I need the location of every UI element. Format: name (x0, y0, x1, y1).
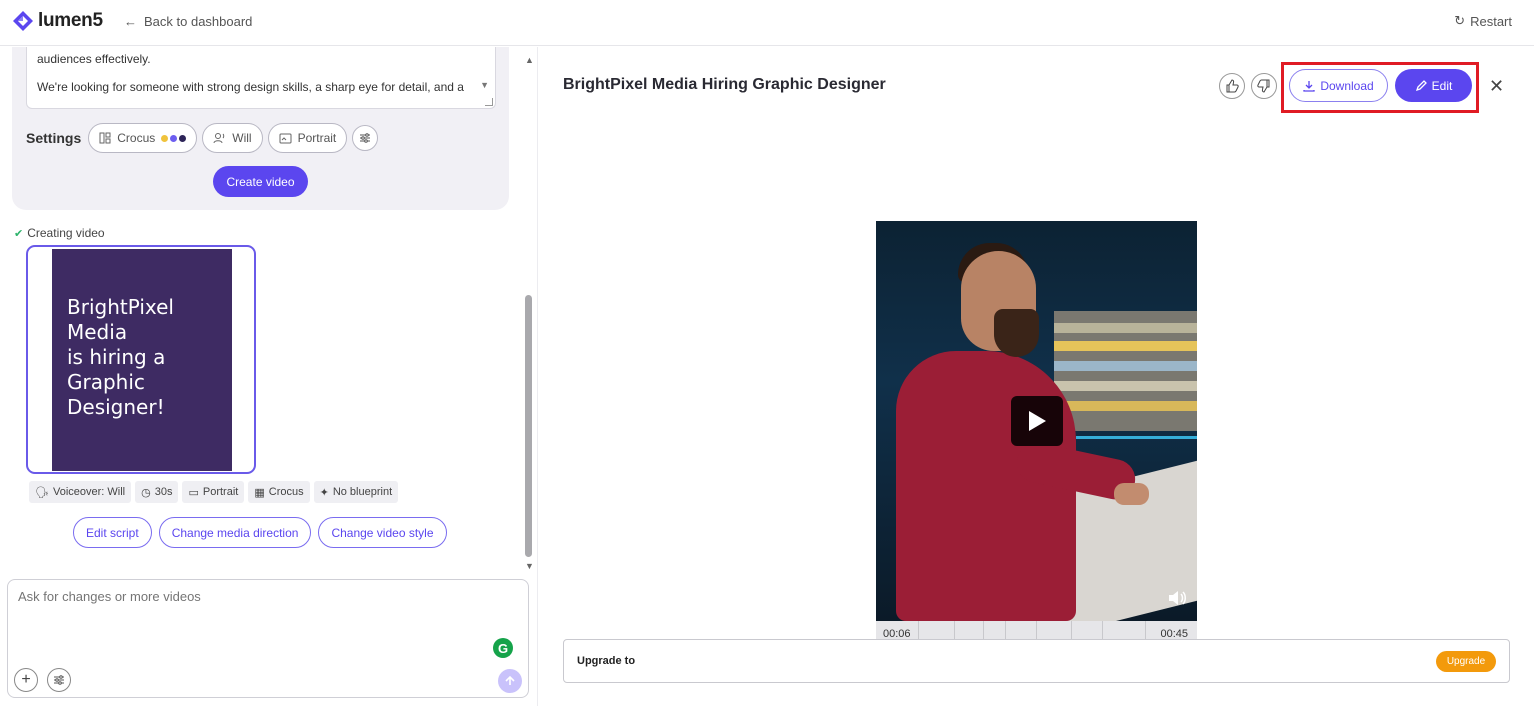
tag-label: Portrait (202, 486, 239, 498)
thumbnail-line: BrightPixel (67, 295, 174, 319)
tag-label: 30s (154, 486, 173, 498)
play-icon (1029, 411, 1046, 431)
chat-composer: G + (7, 579, 529, 698)
video-thumbnail-card[interactable]: BrightPixel Media is hiring a Graphic De… (26, 245, 256, 474)
change-media-direction-button[interactable]: Change media direction (158, 517, 312, 548)
tag-voiceover: 🗣 Voiceover: Will (29, 481, 132, 503)
sparkle-icon: ✦ (319, 486, 329, 499)
prompt-textarea[interactable]: audiences effectively. We're looking for… (26, 47, 496, 109)
creating-status: ✔ Creating video (14, 226, 105, 240)
upgrade-button[interactable]: Upgrade (1436, 651, 1496, 672)
upgrade-label: Upgrade to (577, 655, 636, 667)
change-video-style-button[interactable]: Change video style (318, 517, 447, 548)
video-scene-beard (994, 309, 1039, 357)
video-scene-light (1076, 436, 1197, 439)
layout-icon (99, 132, 111, 144)
scrollbar-thumb[interactable] (525, 295, 532, 557)
video-tags: 🗣 Voiceover: Will ◷ 30s ▭ Portrait ▦ Cro… (29, 481, 399, 503)
clock-icon: ◷ (141, 486, 151, 499)
video-scene-hand (1114, 483, 1149, 505)
theme-label: Crocus (117, 131, 156, 145)
prompt-line: We're looking for someone with strong de… (37, 80, 464, 94)
logo[interactable]: lumen5 (12, 10, 103, 32)
tag-label: Crocus (268, 486, 304, 498)
settings-card: audiences effectively. We're looking for… (12, 47, 509, 210)
top-bar: lumen5 ← Back to dashboard ↻ Restart (0, 0, 1534, 46)
logo-text: lumen5 (38, 10, 103, 31)
restart-button[interactable]: ↻ Restart (1454, 13, 1512, 29)
chat-panel: audiences effectively. We're looking for… (0, 47, 538, 706)
play-button[interactable] (1011, 396, 1063, 446)
arrow-left-icon: ← (124, 14, 137, 29)
theme-pill[interactable]: Crocus (88, 123, 198, 153)
video-timeline[interactable]: 00:06 00:45 (876, 621, 1197, 641)
scroll-up-icon[interactable]: ▲ (525, 55, 534, 65)
tag-label: No blueprint (332, 486, 393, 498)
chat-input[interactable] (18, 589, 478, 604)
video-title: BrightPixel Media Hiring Graphic Designe… (563, 76, 886, 93)
grammarly-icon[interactable]: G (493, 638, 513, 658)
restart-icon: ↻ (1454, 13, 1466, 28)
voiceover-icon (213, 133, 225, 144)
orientation-pill[interactable]: Portrait (267, 123, 348, 153)
tag-label: Voiceover: Will (52, 486, 126, 498)
chat-settings-button[interactable] (47, 668, 71, 692)
edit-script-button[interactable]: Edit script (73, 517, 152, 548)
thumbnail-line: is hiring a (67, 345, 166, 369)
thumbs-down-icon (1257, 79, 1270, 93)
tag-orientation: ▭ Portrait (182, 481, 245, 503)
sliders-icon (54, 675, 64, 685)
thumbs-up-button[interactable] (1219, 73, 1245, 99)
tag-duration: ◷ 30s (135, 481, 179, 503)
creating-label: Creating video (27, 226, 105, 240)
thumbs-down-button[interactable] (1251, 73, 1277, 99)
tag-blueprint: ✦ No blueprint (313, 481, 399, 503)
voice-label: Will (232, 131, 252, 145)
arrow-up-icon (505, 675, 515, 685)
scroll-down-icon[interactable]: ▼ (480, 77, 489, 94)
voiceover-icon: 🗣 (35, 486, 49, 499)
video-scene-person (896, 351, 1076, 621)
settings-row: Settings Crocus Will Portrait (26, 123, 379, 153)
portrait-icon (279, 133, 292, 143)
create-video-button[interactable]: Create video (213, 166, 308, 197)
thumbs-up-icon (1226, 79, 1239, 93)
sliders-icon (360, 133, 371, 143)
orientation-label: Portrait (297, 131, 337, 145)
advanced-settings-button[interactable] (352, 125, 379, 151)
send-button[interactable] (498, 669, 522, 693)
settings-label: Settings (26, 130, 82, 146)
upgrade-banner: Upgrade to Upgrade (563, 639, 1510, 683)
check-icon: ✔ (14, 227, 24, 240)
back-label: Back to dashboard (144, 14, 253, 29)
back-to-dashboard-link[interactable]: ← Back to dashboard (124, 14, 252, 29)
portrait-icon: ▭ (188, 486, 199, 499)
video-actions: Edit script Change media direction Chang… (73, 517, 447, 548)
prompt-line: audiences effectively. (37, 52, 151, 66)
theme-color-swatches (161, 134, 187, 142)
thumbnail-line: Designer! (67, 395, 165, 419)
restart-label: Restart (1470, 13, 1512, 29)
thumbnail-image: BrightPixel Media is hiring a Graphic De… (52, 249, 232, 471)
chat-scrollbar[interactable]: ▲ ▼ (522, 51, 534, 571)
layout-icon: ▦ (254, 486, 265, 499)
volume-icon (1169, 591, 1186, 605)
voice-pill[interactable]: Will (202, 123, 263, 153)
scroll-down-icon[interactable]: ▼ (525, 561, 534, 571)
close-icon[interactable]: ✕ (1489, 76, 1504, 97)
plus-icon: + (21, 671, 31, 688)
video-player[interactable] (876, 221, 1197, 621)
resize-handle[interactable] (485, 98, 493, 106)
highlight-box (1281, 62, 1479, 113)
video-scene-monitor (1054, 311, 1197, 431)
volume-button[interactable] (1167, 589, 1187, 612)
tag-theme: ▦ Crocus (248, 481, 310, 503)
add-attachment-button[interactable]: + (14, 668, 38, 692)
lumen5-logo-icon (13, 11, 33, 31)
thumbnail-line: Graphic (67, 370, 145, 394)
thumbnail-line: Media (67, 320, 128, 344)
